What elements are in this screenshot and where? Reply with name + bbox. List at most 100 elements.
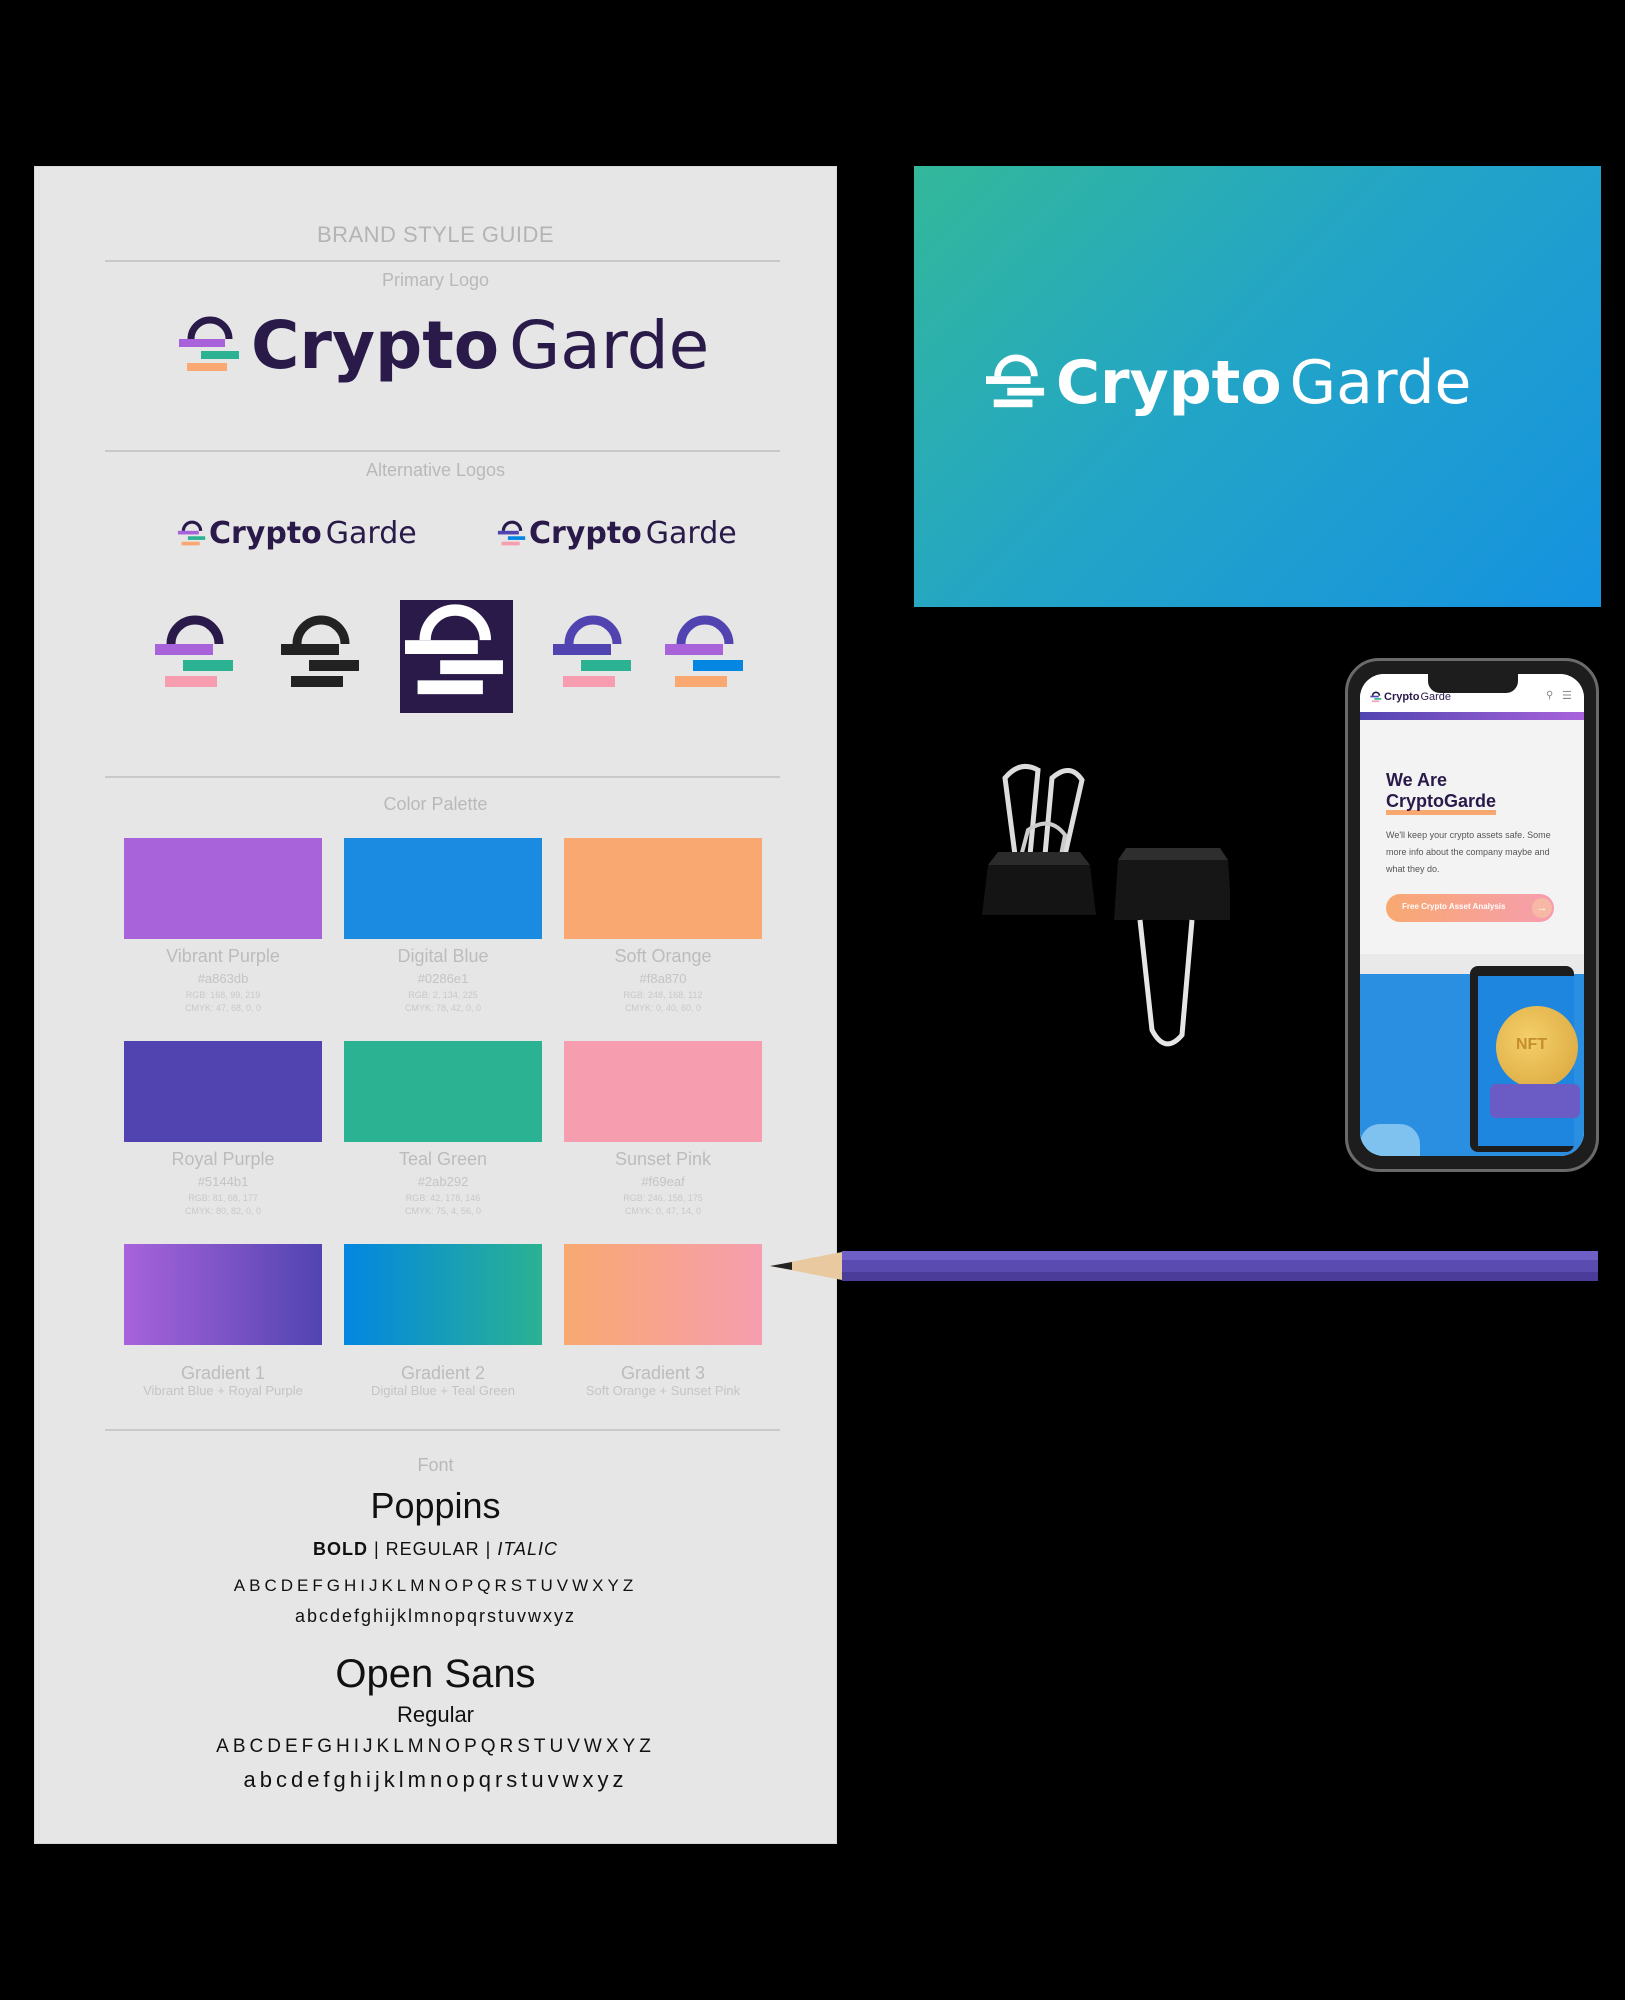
icon-variant-gradient bbox=[155, 615, 233, 687]
alternative-logos-caption: Alternative Logos bbox=[365, 460, 506, 480]
binder-clips-icon bbox=[982, 763, 1230, 1047]
guide-title: BRAND STYLE GUIDE bbox=[316, 222, 555, 247]
gradient-desc: Soft Orange + Sunset Pink bbox=[585, 1383, 741, 1398]
divider bbox=[105, 1429, 780, 1431]
primary-logo-caption: Primary Logo bbox=[381, 270, 490, 290]
swatch-name: Sunset Pink bbox=[614, 1149, 712, 1169]
divider bbox=[105, 450, 780, 452]
swatch-hex: #2ab292 bbox=[417, 1174, 469, 1189]
coin-label: NFT bbox=[1516, 1036, 1548, 1053]
swatch-hex: #5144b1 bbox=[197, 1174, 249, 1189]
phone-screen: Crypto Garde ⚲ ☰ We Are CryptoGarde We'll… bbox=[1360, 674, 1584, 1156]
phone-header-bar bbox=[1360, 712, 1584, 720]
swatch-rgb: RGB: 81, 68, 177 bbox=[188, 1193, 258, 1203]
swatch-hex: #f69eaf bbox=[641, 1174, 685, 1189]
secondary-font-name: Open Sans bbox=[335, 1652, 536, 1696]
swatch-teal-green bbox=[344, 1041, 542, 1142]
swatch-cmyk: CMYK: 0, 47, 14, 0 bbox=[624, 1206, 702, 1216]
alt-logo-1-crypto: Crypto bbox=[209, 516, 322, 551]
style-separator: | bbox=[367, 1539, 386, 1559]
gradient-desc: Vibrant Blue + Royal Purple bbox=[143, 1383, 303, 1398]
cart-illustration bbox=[1490, 1084, 1580, 1118]
alt-logo-2-garde: Garde bbox=[645, 516, 737, 551]
alt-logo-1-garde: Garde bbox=[325, 516, 417, 551]
swatch-name: Teal Green bbox=[398, 1149, 488, 1169]
swatch-vibrant-purple bbox=[124, 838, 322, 939]
logo-word-crypto: Crypto bbox=[251, 307, 500, 384]
phone-headline-1: We Are bbox=[1386, 770, 1448, 790]
swatch-rgb: RGB: 168, 99, 219 bbox=[185, 990, 261, 1000]
swatch-gradient-1 bbox=[124, 1244, 322, 1345]
phone-cta-button[interactable]: Free Crypto Asset Analysis → bbox=[1386, 894, 1554, 922]
swatch-cmyk: CMYK: 80, 82, 0, 0 bbox=[184, 1206, 262, 1216]
swatch-soft-orange bbox=[564, 838, 762, 939]
phone-headline-2: CryptoGarde bbox=[1386, 792, 1497, 815]
crypto-garde-mark-icon bbox=[177, 520, 206, 545]
style-bold: BOLD bbox=[312, 1539, 368, 1559]
color-palette-caption: Color Palette bbox=[383, 794, 488, 814]
swatch-hex: #f8a870 bbox=[639, 971, 687, 986]
crypto-garde-mark-icon bbox=[179, 316, 239, 371]
crypto-garde-mark-icon bbox=[1370, 691, 1382, 703]
swatch-cmyk: CMYK: 78, 42, 0, 0 bbox=[404, 1003, 482, 1013]
swatch-hex: #0286e1 bbox=[417, 971, 469, 986]
swatch-rgb: RGB: 246, 158, 175 bbox=[623, 1193, 703, 1203]
primary-font-styles: BOLD | REGULAR | ITALIC bbox=[35, 1539, 836, 1560]
gradient-name: Gradient 3 bbox=[620, 1363, 706, 1383]
swatch-gradient-3 bbox=[564, 1244, 762, 1345]
secondary-lowercase-sample: abcdefghijklmnopqrstuvwxyz bbox=[243, 1767, 628, 1792]
arrow-right-icon: → bbox=[1532, 898, 1552, 918]
icon-variant-royal bbox=[553, 615, 631, 687]
style-separator: | bbox=[479, 1539, 498, 1559]
swatch-hex: #a863db bbox=[197, 971, 249, 986]
alt-logo-2-crypto: Crypto bbox=[529, 516, 642, 551]
swatch-cmyk: CMYK: 75, 4, 56, 0 bbox=[404, 1206, 482, 1216]
crypto-garde-mark-icon bbox=[986, 354, 1045, 408]
logo-word-garde: Garde bbox=[509, 307, 710, 384]
card-logo: Crypto Garde bbox=[984, 348, 1471, 418]
pencil-icon bbox=[770, 1251, 1598, 1281]
swatch-rgb: RGB: 42, 178, 146 bbox=[405, 1193, 481, 1203]
swatch-rgb: RGB: 248, 168, 112 bbox=[623, 990, 703, 1000]
gradient-name: Gradient 1 bbox=[180, 1363, 266, 1383]
gradient-name: Gradient 2 bbox=[400, 1363, 486, 1383]
style-regular: REGULAR bbox=[385, 1539, 480, 1559]
swatch-rgb: RGB: 2, 134, 225 bbox=[408, 990, 478, 1000]
divider bbox=[105, 776, 780, 778]
style-italic: ITALIC bbox=[497, 1539, 559, 1559]
alt-logo-1: Crypto Garde bbox=[177, 516, 417, 551]
alt-logo-2: Crypto Garde bbox=[497, 516, 737, 551]
business-card: Crypto Garde bbox=[914, 166, 1601, 607]
swatch-name: Vibrant Purple bbox=[166, 946, 280, 966]
phone-mockup: Crypto Garde ⚲ ☰ We Are CryptoGarde We'll… bbox=[1345, 658, 1599, 1172]
swatch-name: Soft Orange bbox=[614, 946, 712, 966]
swatch-gradient-2 bbox=[344, 1244, 542, 1345]
gradient-desc: Digital Blue + Teal Green bbox=[371, 1383, 515, 1398]
swatch-cmyk: CMYK: 0, 40, 60, 0 bbox=[624, 1003, 702, 1013]
icon-variant-inverted bbox=[400, 600, 513, 713]
swatch-name: Royal Purple bbox=[171, 1149, 275, 1169]
swatch-cmyk: CMYK: 47, 68, 0, 0 bbox=[184, 1003, 262, 1013]
font-caption: Font bbox=[417, 1455, 454, 1475]
phone-cta-label: Free Crypto Asset Analysis bbox=[1402, 902, 1506, 911]
menu-icon[interactable]: ☰ bbox=[1562, 689, 1572, 702]
card-logo-crypto: Crypto bbox=[1056, 348, 1282, 418]
swatch-sunset-pink bbox=[564, 1041, 762, 1142]
phone-logo-crypto: Crypto bbox=[1384, 691, 1420, 703]
nft-coin-icon: NFT bbox=[1496, 1006, 1578, 1088]
primary-font-name: Poppins bbox=[370, 1485, 501, 1526]
primary-logo: Crypto Garde bbox=[177, 307, 709, 384]
card-logo-garde: Garde bbox=[1289, 348, 1472, 418]
search-icon[interactable]: ⚲ bbox=[1546, 690, 1553, 701]
swatch-digital-blue bbox=[344, 838, 542, 939]
crypto-garde-mark-icon bbox=[405, 604, 503, 695]
cloud-illustration bbox=[1360, 1124, 1420, 1156]
brand-style-guide-sheet: BRAND STYLE GUIDE Primary Logo Crypto Gar… bbox=[35, 167, 836, 1843]
swatch-name: Digital Blue bbox=[397, 946, 489, 966]
crypto-garde-mark-icon bbox=[497, 520, 526, 545]
secondary-uppercase-sample: ABCDEFGHIJKLMNOPQRSTUVWXYZ bbox=[216, 1736, 655, 1757]
divider bbox=[105, 260, 780, 262]
secondary-font-style: Regular bbox=[396, 1702, 475, 1727]
swatch-royal-purple bbox=[124, 1041, 322, 1142]
primary-lowercase-sample: abcdefghijklmnopqrstuvwxyz bbox=[294, 1606, 577, 1626]
